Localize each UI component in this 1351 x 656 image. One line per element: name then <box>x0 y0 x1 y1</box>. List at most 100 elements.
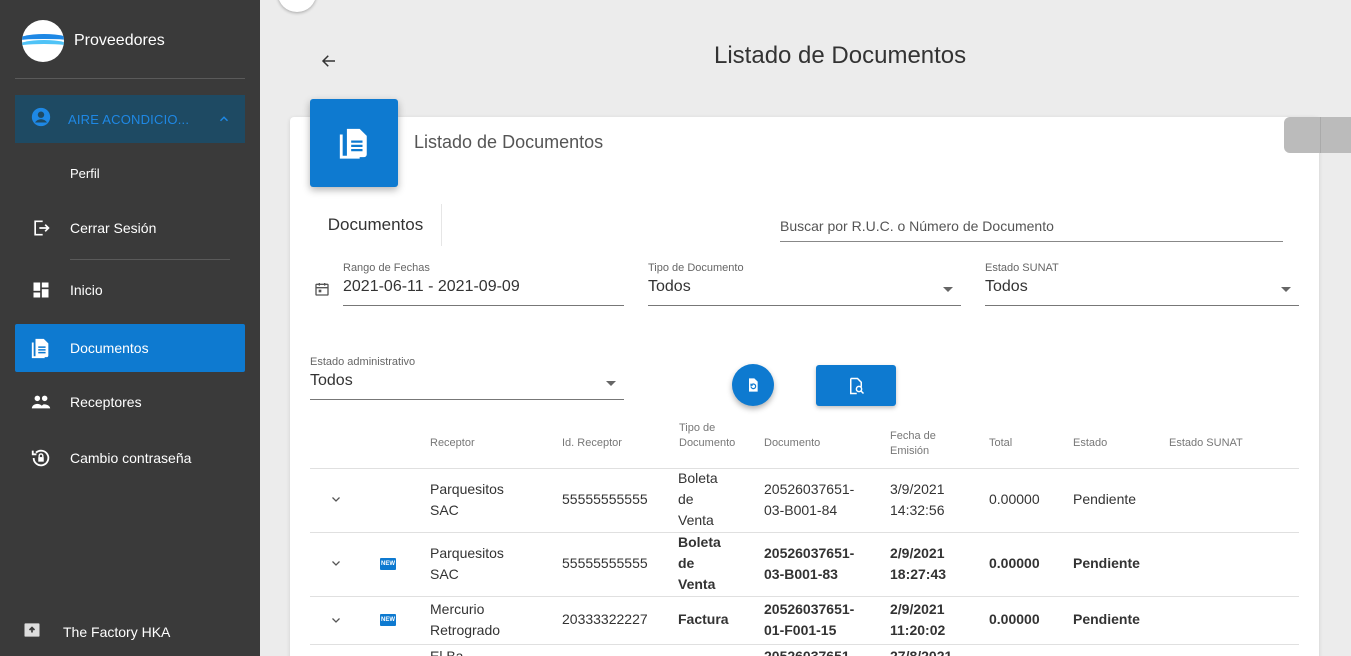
sidebar-item-label: Cambio contraseña <box>70 450 192 466</box>
date-range-label: Rango de Fechas <box>343 262 430 274</box>
sidebar-item-receptores[interactable]: Receptores <box>15 378 245 426</box>
cell-id-receptor: 55555555555 <box>562 555 648 571</box>
account-circle-icon <box>30 106 52 133</box>
col-header-receptor[interactable]: Receptor <box>430 436 475 451</box>
cell-id-receptor: 20333322227 <box>562 611 648 627</box>
back-arrow-icon[interactable] <box>320 52 338 75</box>
logout-icon <box>29 218 53 238</box>
cell-fecha: 27/8/2021 <box>890 648 953 656</box>
page-title: Listado de Documentos <box>714 42 967 69</box>
search-documents-button[interactable] <box>816 365 896 406</box>
scroll-handle[interactable] <box>1284 117 1351 153</box>
date-range-value: 2021-06-11 - 2021-09-09 <box>343 278 520 295</box>
row-divider <box>310 644 1299 645</box>
col-header-documento[interactable]: Documento <box>764 436 820 451</box>
col-header-fecha-2[interactable]: Emisión <box>890 444 929 459</box>
col-header-tipo-2[interactable]: Documento <box>679 436 735 451</box>
admin-status-value: Todos <box>310 372 353 389</box>
lock-reset-icon <box>29 447 53 469</box>
divider <box>70 259 230 260</box>
cell-fecha: 3/9/2021 14:32:56 <box>890 481 945 518</box>
cell-receptor: Parquesitos SAC <box>430 481 504 518</box>
brand[interactable]: Proveedores <box>22 20 165 62</box>
col-header-id-receptor[interactable]: Id. Receptor <box>562 436 622 451</box>
reset-filters-button[interactable] <box>732 364 774 406</box>
avatar[interactable] <box>278 0 316 12</box>
chevron-down-icon[interactable] <box>330 492 342 510</box>
col-header-estado-sunat[interactable]: Estado SUNAT <box>1169 436 1243 451</box>
cell-estado: Pendiente <box>1073 611 1140 627</box>
cell-tipo: Boleta de Venta <box>678 470 718 528</box>
chevron-down-icon[interactable] <box>330 556 342 574</box>
sidebar-footer[interactable]: The Factory HKA <box>22 620 170 643</box>
card-title: Listado de Documentos <box>414 132 604 152</box>
new-badge-icon: NEW <box>380 558 396 570</box>
col-header-estado[interactable]: Estado <box>1073 436 1107 451</box>
brand-name: Proveedores <box>74 32 165 49</box>
account-menu[interactable]: AIRE ACONDICIO... <box>15 95 245 143</box>
dropdown-caret-icon <box>943 287 953 292</box>
col-header-fecha-1[interactable]: Fecha de <box>890 429 936 444</box>
brand-logo <box>22 20 64 62</box>
sidebar-item-label: Documentos <box>70 340 149 356</box>
cell-total: 0.00000 <box>989 611 1040 627</box>
sidebar-item-cambio-contrasena[interactable]: Cambio contraseña <box>15 434 245 482</box>
cell-documento: 20526037651 <box>764 648 850 656</box>
sidebar-item-logout[interactable]: Cerrar Sesión <box>15 204 245 252</box>
cell-receptor: Mercurio Retrogrado <box>430 601 501 638</box>
cell-total: 0.00000 <box>989 555 1040 571</box>
row-divider <box>310 532 1299 533</box>
sidebar-item-inicio[interactable]: Inicio <box>15 266 245 314</box>
sidebar-item-label: Cerrar Sesión <box>70 220 157 236</box>
dropdown-caret-icon <box>606 381 616 386</box>
chevron-up-icon[interactable] <box>217 112 231 131</box>
admin-status-select[interactable]: Estado administrativo Todos <box>310 356 624 400</box>
sunat-status-value: Todos <box>985 278 1028 295</box>
admin-status-label: Estado administrativo <box>310 356 416 368</box>
cell-receptor: El Ba... <box>430 648 476 656</box>
search-input[interactable] <box>780 210 1283 242</box>
cell-documento: 20526037651- 03-B001-84 <box>764 481 855 518</box>
cell-fecha: 2/9/2021 18:27:43 <box>890 545 947 582</box>
cell-fecha: 2/9/2021 11:20:02 <box>890 601 946 638</box>
cell-tipo: Factura <box>678 611 729 627</box>
cell-documento: 20526037651- 03-B001-83 <box>764 545 855 582</box>
row-divider <box>310 596 1299 597</box>
header-divider <box>310 468 1299 469</box>
footer-label: The Factory HKA <box>63 623 171 640</box>
sidebar-item-label: Receptores <box>70 394 142 410</box>
sidebar: Proveedores AIRE ACONDICIO... Perfil Cer… <box>0 0 260 656</box>
date-range-field[interactable]: Rango de Fechas 2021-06-11 - 2021-09-09 <box>343 262 624 306</box>
chevron-down-icon[interactable] <box>330 613 342 631</box>
col-header-tipo-1[interactable]: Tipo de <box>679 421 715 436</box>
sidebar-item-documentos[interactable]: Documentos <box>15 324 245 372</box>
refresh-doc-icon <box>749 378 758 392</box>
cell-total: 0.00000 <box>989 491 1040 507</box>
sunat-status-label: Estado SUNAT <box>985 262 1059 274</box>
cell-tipo: Boleta de Venta <box>678 534 721 592</box>
dropdown-caret-icon <box>1281 287 1291 292</box>
card-document-icon <box>310 99 398 187</box>
doc-type-label: Tipo de Documento <box>648 262 744 274</box>
cell-receptor: Parquesitos SAC <box>430 545 504 582</box>
people-icon <box>29 391 53 413</box>
calendar-icon[interactable] <box>314 280 330 303</box>
cell-estado: Pendiente <box>1073 555 1140 571</box>
new-badge-icon: NEW <box>380 614 396 626</box>
divider <box>15 78 245 79</box>
col-header-total[interactable]: Total <box>989 436 1012 451</box>
doc-type-value: Todos <box>648 278 691 295</box>
sunat-status-select[interactable]: Estado SUNAT Todos <box>985 262 1299 306</box>
cell-id-receptor: 55555555555 <box>562 491 648 507</box>
document-search-icon <box>850 377 865 394</box>
archive-icon <box>22 620 42 643</box>
document-icon <box>29 337 53 359</box>
cell-documento: 20526037651- 01-F001-15 <box>764 601 855 638</box>
sidebar-item-perfil[interactable]: Perfil <box>70 166 100 181</box>
dashboard-icon <box>29 280 53 300</box>
sidebar-item-label: Inicio <box>70 282 103 298</box>
cell-estado: Pendiente <box>1073 491 1137 507</box>
account-name: AIRE ACONDICIO... <box>68 111 190 127</box>
doc-type-select[interactable]: Tipo de Documento Todos <box>648 262 961 306</box>
tab-documentos[interactable]: Documentos <box>310 204 442 246</box>
